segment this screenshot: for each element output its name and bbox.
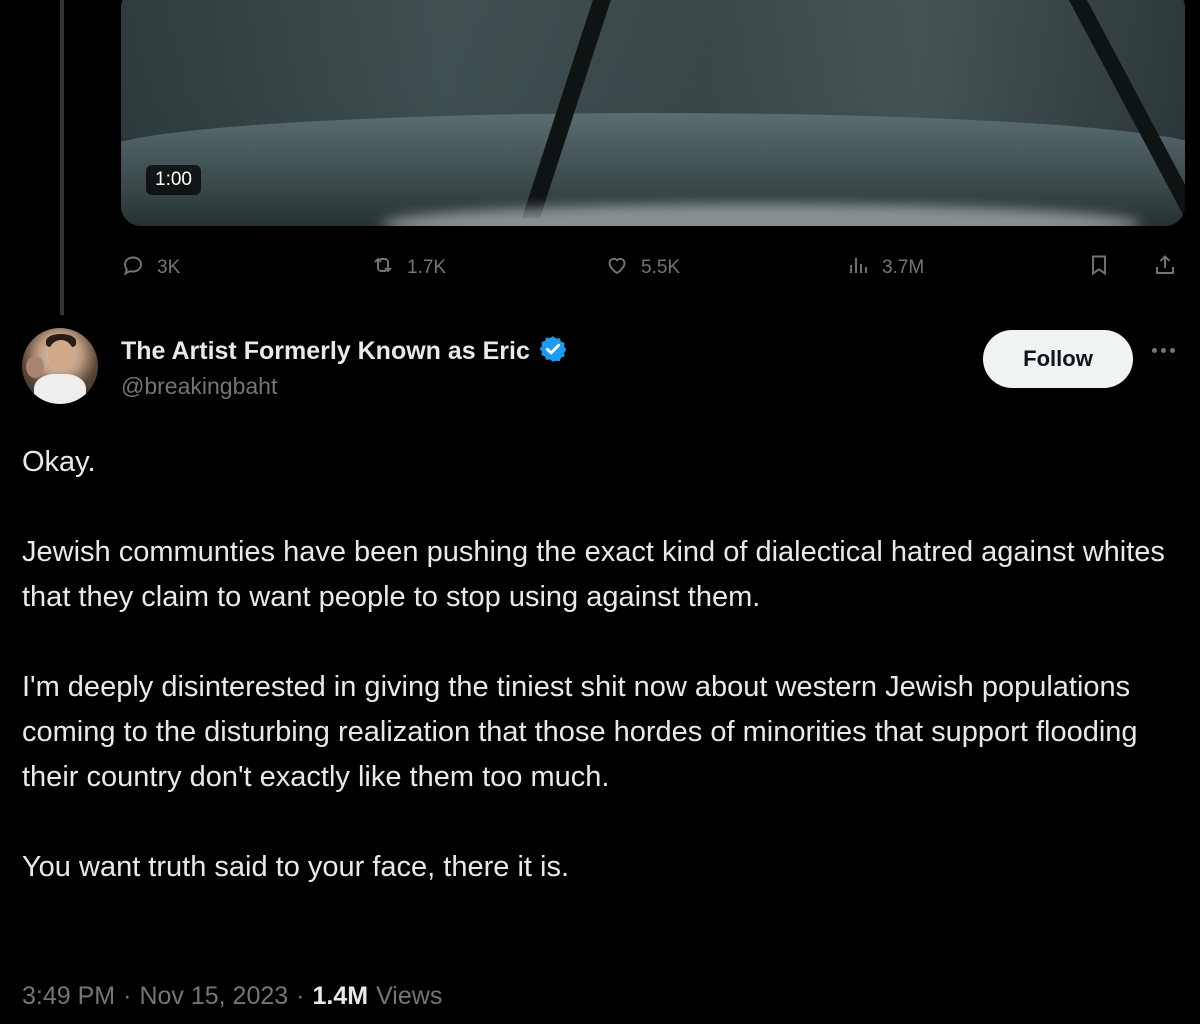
author-name-row: The Artist Formerly Known as Eric <box>121 334 568 369</box>
avatar-face <box>48 340 74 370</box>
like-count: 5.5K <box>641 257 681 278</box>
more-dot <box>1170 348 1175 353</box>
tweet-views-label: Views <box>376 982 443 1010</box>
meta-separator: · <box>123 982 132 1010</box>
author-handle[interactable]: @breakingbaht <box>121 373 277 400</box>
tweet-text: Okay. Jewish communties have been pushin… <box>22 440 1172 890</box>
meta-separator: · <box>296 982 305 1010</box>
tweet-paragraph: Okay. <box>22 446 96 478</box>
repost-icon <box>371 253 395 283</box>
thread-connector-line <box>60 0 64 315</box>
more-icon[interactable] <box>1152 348 1175 353</box>
tweet-paragraph: Jewish communties have been pushing the … <box>22 536 1165 613</box>
bookmark-button[interactable] <box>1087 248 1111 288</box>
share-button[interactable] <box>1153 248 1177 288</box>
verified-badge-icon[interactable] <box>538 334 568 369</box>
bookmark-icon <box>1087 253 1111 283</box>
tweet-date[interactable]: Nov 15, 2023 <box>139 982 288 1011</box>
follow-button[interactable]: Follow <box>983 330 1133 388</box>
video-duration-badge: 1:00 <box>146 165 201 195</box>
views-count: 3.7M <box>882 257 925 278</box>
reply-icon <box>121 253 145 283</box>
reply-count: 3K <box>157 257 181 278</box>
more-dot <box>1152 348 1157 353</box>
tweet-views-count: 1.4M <box>312 982 369 1010</box>
tweet-time[interactable]: 3:49 PM <box>22 982 115 1011</box>
like-button[interactable]: 5.5K <box>605 248 680 288</box>
repost-button[interactable]: 1.7K <box>371 248 446 288</box>
tweet-action-bar: 3K 1.7K 5.5K 3.7M <box>121 248 1185 288</box>
avatar-person-left <box>26 356 44 378</box>
avatar-shirt <box>34 374 86 404</box>
avatar[interactable] <box>22 328 98 404</box>
like-icon <box>605 253 629 283</box>
video-player[interactable] <box>121 0 1185 226</box>
tweet-meta: 3:49 PM · Nov 15, 2023 · 1.4M Views <box>22 982 442 1011</box>
repost-count: 1.7K <box>407 257 447 278</box>
share-icon <box>1153 253 1177 283</box>
reply-button[interactable]: 3K <box>121 248 180 288</box>
author-display-name[interactable]: The Artist Formerly Known as Eric <box>121 337 530 366</box>
more-dot <box>1161 348 1166 353</box>
views-button[interactable]: 3.7M <box>846 248 924 288</box>
tweet-paragraph: You want truth said to your face, there … <box>22 851 570 883</box>
tweet-paragraph: I'm deeply disinterested in giving the t… <box>22 671 1138 793</box>
views-icon <box>846 253 870 283</box>
